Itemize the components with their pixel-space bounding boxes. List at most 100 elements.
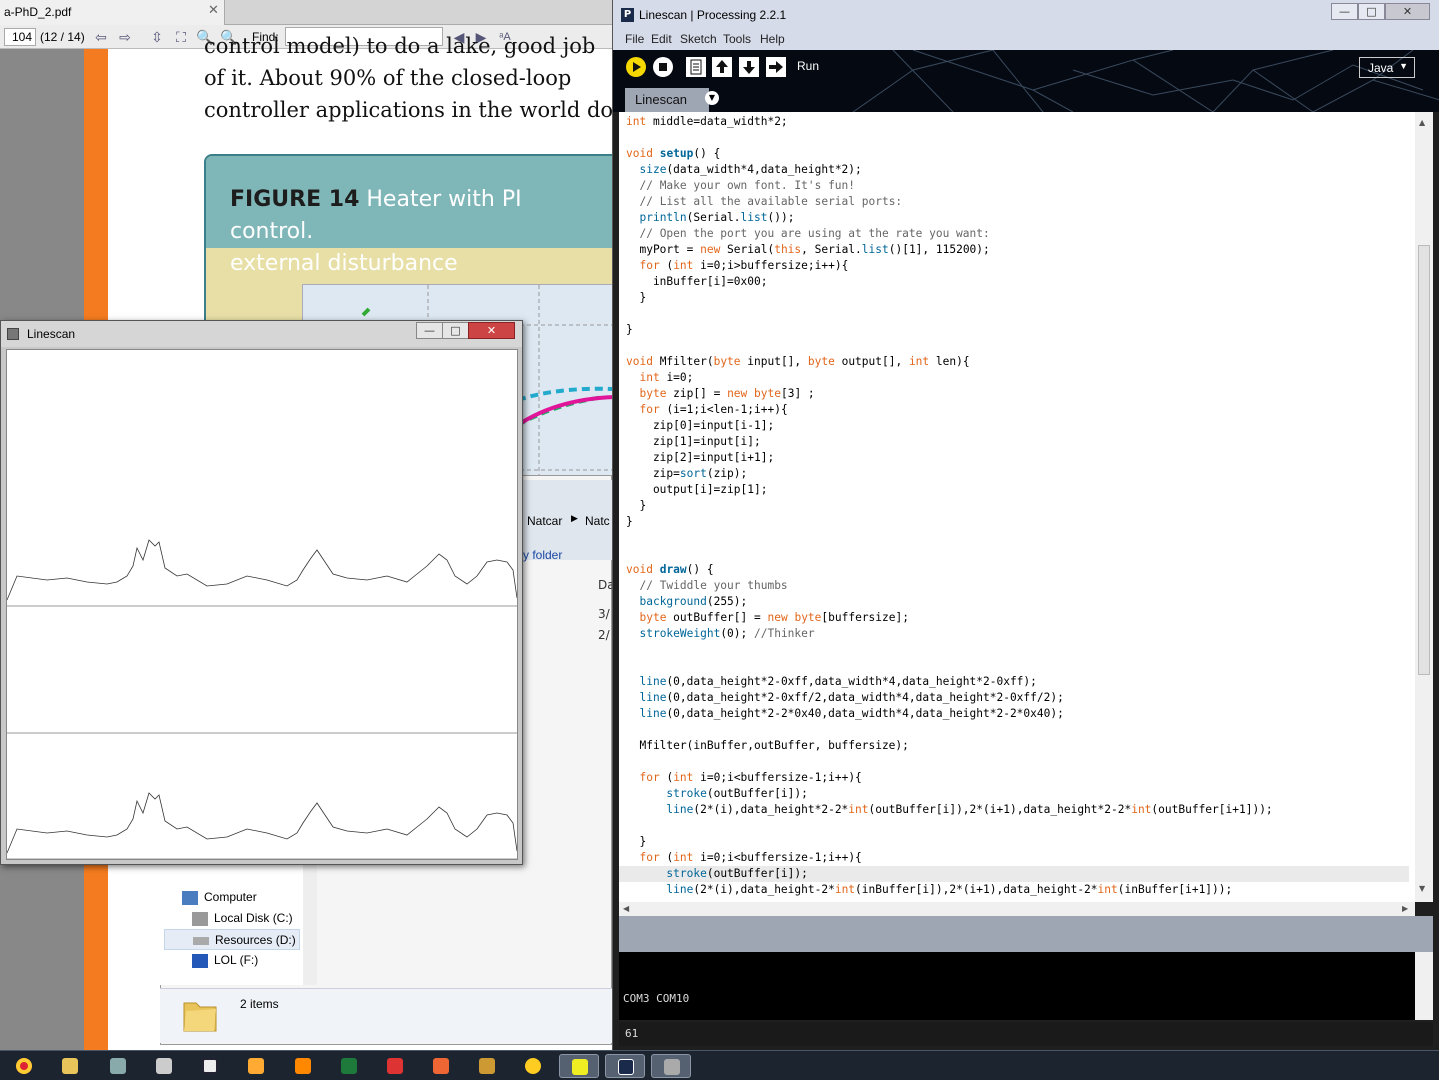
- scroll-up-icon[interactable]: ▲: [1419, 118, 1425, 127]
- monitor-icon: [110, 1058, 126, 1074]
- raw-trace: [6, 792, 518, 854]
- taskbar-pen[interactable]: [236, 1054, 276, 1078]
- nav-item-computer[interactable]: Computer: [182, 887, 257, 908]
- tab-linescan[interactable]: Linescan: [625, 88, 709, 112]
- editor-horizontal-scrollbar[interactable]: [619, 902, 1415, 916]
- maximize-button[interactable]: □: [442, 322, 469, 339]
- console[interactable]: COM3 COM10: [619, 952, 1415, 1020]
- menu-file[interactable]: File: [625, 32, 644, 46]
- sd-card-icon: [192, 953, 208, 968]
- archive-icon: [479, 1058, 495, 1074]
- code-text[interactable]: int middle=data_width*2; void setup() { …: [619, 114, 1409, 898]
- processing-logo-icon: P: [621, 8, 634, 22]
- fit-width-icon[interactable]: ⇳: [148, 28, 166, 46]
- menu-help[interactable]: Help: [760, 32, 785, 46]
- taskbar-excel[interactable]: [329, 1054, 369, 1078]
- toolbar-background-pattern: [852, 50, 1439, 112]
- breadcrumb-item[interactable]: Natc: [585, 514, 610, 528]
- menu-sketch[interactable]: Sketch: [680, 32, 717, 46]
- console-scrollbar[interactable]: [1415, 952, 1433, 1020]
- close-button[interactable]: ✕: [468, 322, 515, 339]
- nav-item-lol[interactable]: LOL (F:): [192, 950, 258, 971]
- nav-scrollbar[interactable]: [303, 865, 317, 985]
- maximize-button[interactable]: □: [1358, 3, 1385, 20]
- pdf-icon: [572, 1059, 588, 1075]
- page-number-input[interactable]: 104: [4, 28, 36, 46]
- taskbar: [0, 1050, 1439, 1080]
- breadcrumb-item[interactable]: Natcar: [527, 514, 562, 528]
- export-icon[interactable]: [766, 57, 786, 77]
- file-date: 3/: [598, 607, 610, 621]
- scrollbar-thumb[interactable]: [1418, 245, 1430, 675]
- new-icon[interactable]: [686, 57, 706, 77]
- menu-bar: File Edit Sketch Tools Help: [613, 30, 1439, 50]
- ide-title-bar[interactable]: Linescan | Processing 2.2.1: [613, 0, 1439, 30]
- folder-icon: [183, 1002, 217, 1032]
- scroll-left-icon[interactable]: ◀: [623, 904, 629, 913]
- taskbar-explorer[interactable]: [50, 1054, 90, 1078]
- taskbar-matlab[interactable]: [421, 1054, 461, 1078]
- drive-icon: [193, 936, 209, 945]
- taskbar-archive[interactable]: [467, 1054, 507, 1078]
- taskbar-paint[interactable]: [375, 1054, 415, 1078]
- taskbar-pdf[interactable]: [559, 1054, 599, 1078]
- close-tab-icon[interactable]: ✕: [208, 3, 219, 18]
- tab-menu-icon[interactable]: ▼: [705, 91, 719, 105]
- nav-label: Resources (D:): [215, 933, 296, 947]
- forward-arrow-icon[interactable]: ⇨: [116, 28, 134, 46]
- nav-item-local-disk[interactable]: Local Disk (C:): [192, 908, 293, 929]
- minimize-button[interactable]: —: [416, 322, 443, 339]
- minimize-button[interactable]: —: [1331, 3, 1358, 20]
- sketch-canvas[interactable]: [6, 349, 518, 860]
- taskbar-wolfram[interactable]: [283, 1054, 323, 1078]
- taskbar-window[interactable]: [651, 1054, 691, 1078]
- excel-icon: [341, 1058, 357, 1074]
- fit-page-icon[interactable]: ⛶: [172, 28, 190, 46]
- wolfram-icon: [295, 1058, 311, 1074]
- nav-label: LOL (F:): [214, 953, 259, 967]
- taskbar-chrome[interactable]: [4, 1054, 44, 1078]
- taskbar-calculator[interactable]: [144, 1054, 184, 1078]
- back-arrow-icon[interactable]: ⇦: [92, 28, 110, 46]
- stop-icon[interactable]: [653, 57, 673, 77]
- scroll-right-icon[interactable]: ▶: [1402, 904, 1408, 913]
- mode-selector[interactable]: Java ▼: [1359, 57, 1415, 78]
- menu-edit[interactable]: Edit: [651, 32, 672, 46]
- page-count: (12 / 14): [40, 30, 85, 44]
- save-icon[interactable]: [739, 57, 759, 77]
- chevron-right-icon[interactable]: ▶: [571, 514, 578, 524]
- processing-icon: [618, 1059, 634, 1075]
- code-editor[interactable]: int middle=data_width*2; void setup() { …: [619, 112, 1415, 902]
- pdf-body-text: control model) to do a lake, good job of…: [204, 34, 614, 126]
- run-icon[interactable]: [626, 57, 646, 77]
- window-icon: [664, 1059, 680, 1075]
- taskbar-python[interactable]: [513, 1054, 553, 1078]
- filtered-trace: [6, 539, 518, 601]
- computer-icon: [182, 890, 198, 905]
- folder-icon: [62, 1058, 78, 1074]
- paint-icon: [387, 1058, 403, 1074]
- mode-value: Java: [1368, 61, 1394, 75]
- console-output: COM3 COM10: [623, 992, 690, 1005]
- figure-header: FIGURE 14 Heater with PI control. extern…: [206, 156, 622, 276]
- magnifier-icon: [202, 1058, 218, 1074]
- close-button[interactable]: ✕: [1385, 3, 1430, 20]
- open-icon[interactable]: [712, 57, 732, 77]
- taskbar-search[interactable]: [190, 1054, 230, 1078]
- figure-label: FIGURE 14: [230, 187, 360, 212]
- linescan-plot: [6, 539, 518, 860]
- tab-label: Linescan: [635, 92, 688, 107]
- nav-item-resources[interactable]: Resources (D:): [164, 929, 300, 950]
- drive-icon: [192, 911, 208, 926]
- nav-label: Local Disk (C:): [214, 911, 293, 925]
- pdf-tab-title: a-PhD_2.pdf: [4, 5, 72, 19]
- taskbar-monitor[interactable]: [98, 1054, 138, 1078]
- menu-tools[interactable]: Tools: [723, 32, 751, 46]
- new-folder-button[interactable]: y folder: [523, 548, 562, 562]
- matlab-icon: [433, 1058, 449, 1074]
- taskbar-processing[interactable]: [605, 1054, 645, 1078]
- pdf-document-tab[interactable]: a-PhD_2.pdf: [0, 0, 225, 25]
- file-date: 2/: [598, 628, 610, 642]
- scroll-down-icon[interactable]: ▼: [1419, 884, 1425, 893]
- body-line: controller applications in the world do: [204, 98, 614, 122]
